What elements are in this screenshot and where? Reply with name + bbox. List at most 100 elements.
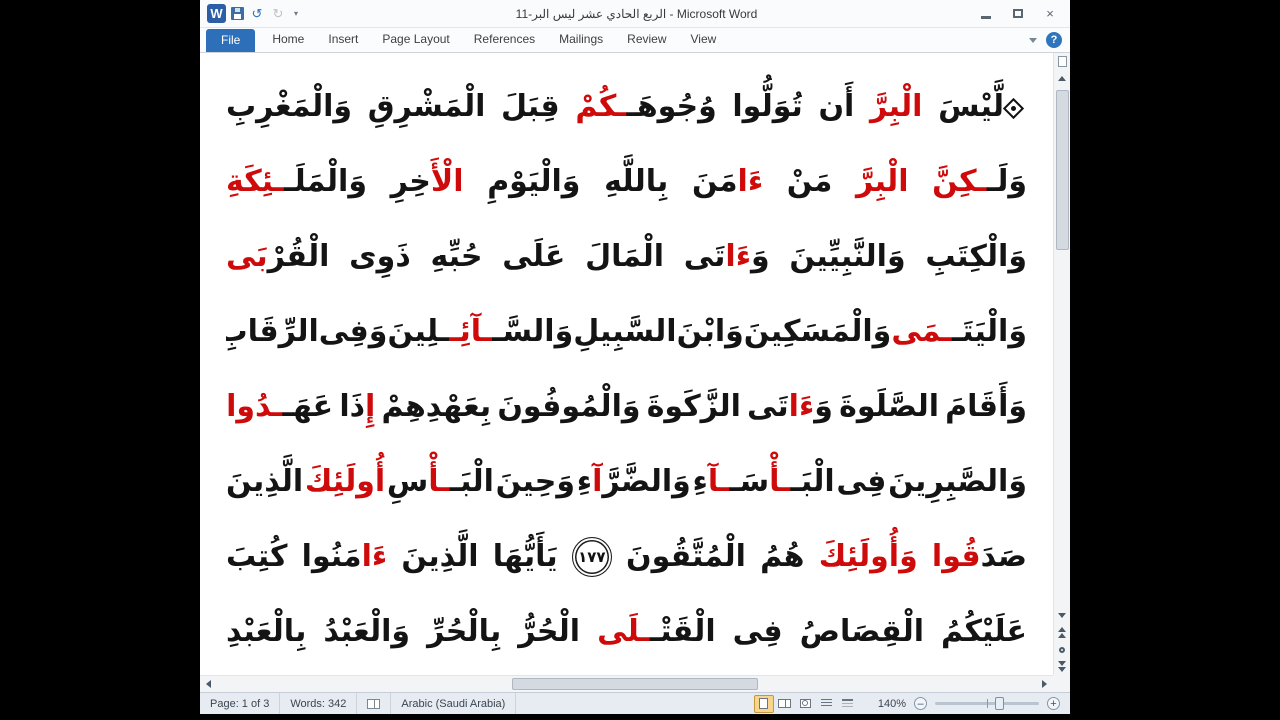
page-indicator[interactable]: Page: 1 of 3 xyxy=(200,693,281,714)
text-segment: عَلَيْكُمُ xyxy=(941,614,1027,649)
text-segment: وَالْمَلَـ xyxy=(284,164,367,199)
text-segment: بِالْعَبْدِ xyxy=(226,614,307,649)
word: الْبِرَّ xyxy=(856,164,908,199)
vertical-scroll-thumb[interactable] xyxy=(1055,90,1069,250)
text-segment: ءَا xyxy=(737,164,764,199)
zoom-slider-thumb[interactable] xyxy=(995,697,1005,710)
horizontal-scroll-track[interactable] xyxy=(217,676,1036,693)
word: مَنْ xyxy=(787,164,833,199)
text-segment: السَّبِيلِ xyxy=(573,314,677,349)
tab-insert[interactable]: Insert xyxy=(316,28,370,52)
word: بِاللَّهِ xyxy=(604,164,668,199)
vertical-scroll-track[interactable] xyxy=(1054,87,1071,607)
previous-page-button[interactable] xyxy=(1054,624,1071,641)
maximize-button[interactable] xyxy=(1004,4,1032,23)
print-layout-view-button[interactable] xyxy=(753,694,774,713)
double-chevron-up-icon xyxy=(1058,627,1066,632)
qat-customize-dropdown-icon[interactable]: ▾ xyxy=(291,9,301,18)
horizontal-scroll-thumb[interactable] xyxy=(511,677,758,690)
select-browse-object-button[interactable] xyxy=(1054,641,1071,658)
word-count[interactable]: Words: 342 xyxy=(280,693,358,714)
text-segment: وَالْمُوفُونَ xyxy=(497,389,641,424)
tab-references[interactable]: References xyxy=(462,28,547,52)
word: الْمَشْرِقِ xyxy=(368,89,486,124)
expand-ribbon-icon[interactable] xyxy=(1029,37,1037,43)
zoom-level[interactable]: 140% xyxy=(878,698,906,710)
proofing-status[interactable] xyxy=(357,693,392,714)
word: الْمُتَّقُونَ xyxy=(626,539,746,574)
word: وَحِينَ xyxy=(496,464,576,499)
screen: W ↺ ↻ ▾ الربع الحادي عشر ليس البر-11 - M… xyxy=(0,0,1280,720)
document-page[interactable]: لَّيْسَ الْبِرَّ أَن تُوَلُّوا وُجُوهَــكُمْ… xyxy=(200,53,1053,675)
text-segment: وَفِى xyxy=(318,314,388,349)
ruler-toggle-button[interactable] xyxy=(1054,53,1071,70)
word: ءَامَنُوا xyxy=(302,539,388,574)
word: وَالْمَلَــئِكَةِ xyxy=(226,164,367,199)
horizontal-scrollbar[interactable] xyxy=(200,675,1053,692)
text-segment: ـآئِـ xyxy=(449,314,493,349)
tab-page-layout[interactable]: Page Layout xyxy=(370,28,461,52)
tab-view[interactable]: View xyxy=(679,28,729,52)
minimize-button[interactable] xyxy=(972,4,1000,23)
help-button[interactable]: ? xyxy=(1046,32,1062,48)
title-bar[interactable]: W ↺ ↻ ▾ الربع الحادي عشر ليس البر-11 - M… xyxy=(200,0,1070,28)
outline-view-button[interactable] xyxy=(817,695,837,713)
text-segment: بِعَهْدِهِمْ xyxy=(381,389,492,424)
tab-mailings[interactable]: Mailings xyxy=(547,28,615,52)
word: ذَوِى xyxy=(349,239,411,274)
text-segment: وَالْيَوْمِ xyxy=(487,164,581,199)
scroll-up-button[interactable] xyxy=(1054,70,1071,87)
text-segment: كُتِبَ xyxy=(226,539,288,574)
text-segment: عَلَى xyxy=(502,239,566,274)
next-page-button[interactable] xyxy=(1054,658,1071,675)
scroll-down-button[interactable] xyxy=(1054,607,1071,624)
zoom-in-button[interactable]: + xyxy=(1047,697,1060,710)
language-indicator[interactable]: Arabic (Saudi Arabia) xyxy=(391,693,517,714)
vertical-scrollbar[interactable] xyxy=(1053,53,1070,675)
save-icon[interactable] xyxy=(231,7,244,20)
text-segment: الزَّكَوةَ xyxy=(646,389,741,424)
quick-access-toolbar: W ↺ ↻ ▾ xyxy=(200,4,301,23)
text-segment: الْأَ xyxy=(430,164,464,199)
word: الْقَتْــلَى xyxy=(597,614,716,649)
text-segment: الْبَـ xyxy=(449,464,494,499)
undo-icon[interactable]: ↺ xyxy=(249,6,265,22)
tab-file[interactable]: File xyxy=(206,29,256,52)
word: السَّبِيلِ xyxy=(573,314,676,349)
zoom-out-button[interactable]: – xyxy=(914,697,927,710)
tab-review[interactable]: Review xyxy=(615,28,678,52)
draft-view-button[interactable] xyxy=(838,695,858,713)
word-app-icon[interactable]: W xyxy=(207,4,226,23)
word: هُمُ xyxy=(760,539,804,574)
scroll-left-button[interactable] xyxy=(200,676,217,693)
word: وَابْنَ xyxy=(677,314,744,349)
word: بِالْحُرِّ xyxy=(427,614,501,649)
word: فِى xyxy=(836,464,886,499)
double-chevron-up-icon xyxy=(1058,633,1066,638)
zoom-slider[interactable] xyxy=(935,697,1039,710)
text-segment: تَى xyxy=(747,389,789,424)
scroll-right-button[interactable] xyxy=(1036,676,1053,693)
text-segment: تُوَلُّوا xyxy=(732,89,803,124)
web-layout-view-button[interactable] xyxy=(796,695,816,713)
text-segment: ـأْ xyxy=(428,464,450,499)
close-button[interactable]: × xyxy=(1036,4,1064,23)
full-screen-reading-view-button[interactable] xyxy=(775,695,795,713)
arrow-left-icon xyxy=(206,680,211,688)
redo-icon[interactable]: ↻ xyxy=(270,6,286,22)
text-segment: الرِّقَابِ xyxy=(226,314,319,349)
text-segment: ذَا xyxy=(339,389,366,424)
word: وَفِى xyxy=(319,314,388,349)
word: وَأُولَئِكَ xyxy=(819,539,918,574)
text-segment: إِ xyxy=(365,389,376,424)
text-segment: ءَا xyxy=(361,539,388,574)
tab-home[interactable]: Home xyxy=(260,28,316,52)
ayah-number-marker: ١٧٧ xyxy=(571,536,612,577)
text-segment: ـأْ xyxy=(769,464,791,499)
word: الَّذِينَ xyxy=(226,464,303,499)
text-segment: الصَّلَوةَ xyxy=(839,389,939,424)
text-segment: وَالصَّبِرِينَ xyxy=(888,464,1027,499)
text-segment: الْحُرُّ xyxy=(518,614,581,649)
text-segment: الْبِرَّ xyxy=(856,164,909,199)
word: كُتِبَ xyxy=(226,539,287,574)
